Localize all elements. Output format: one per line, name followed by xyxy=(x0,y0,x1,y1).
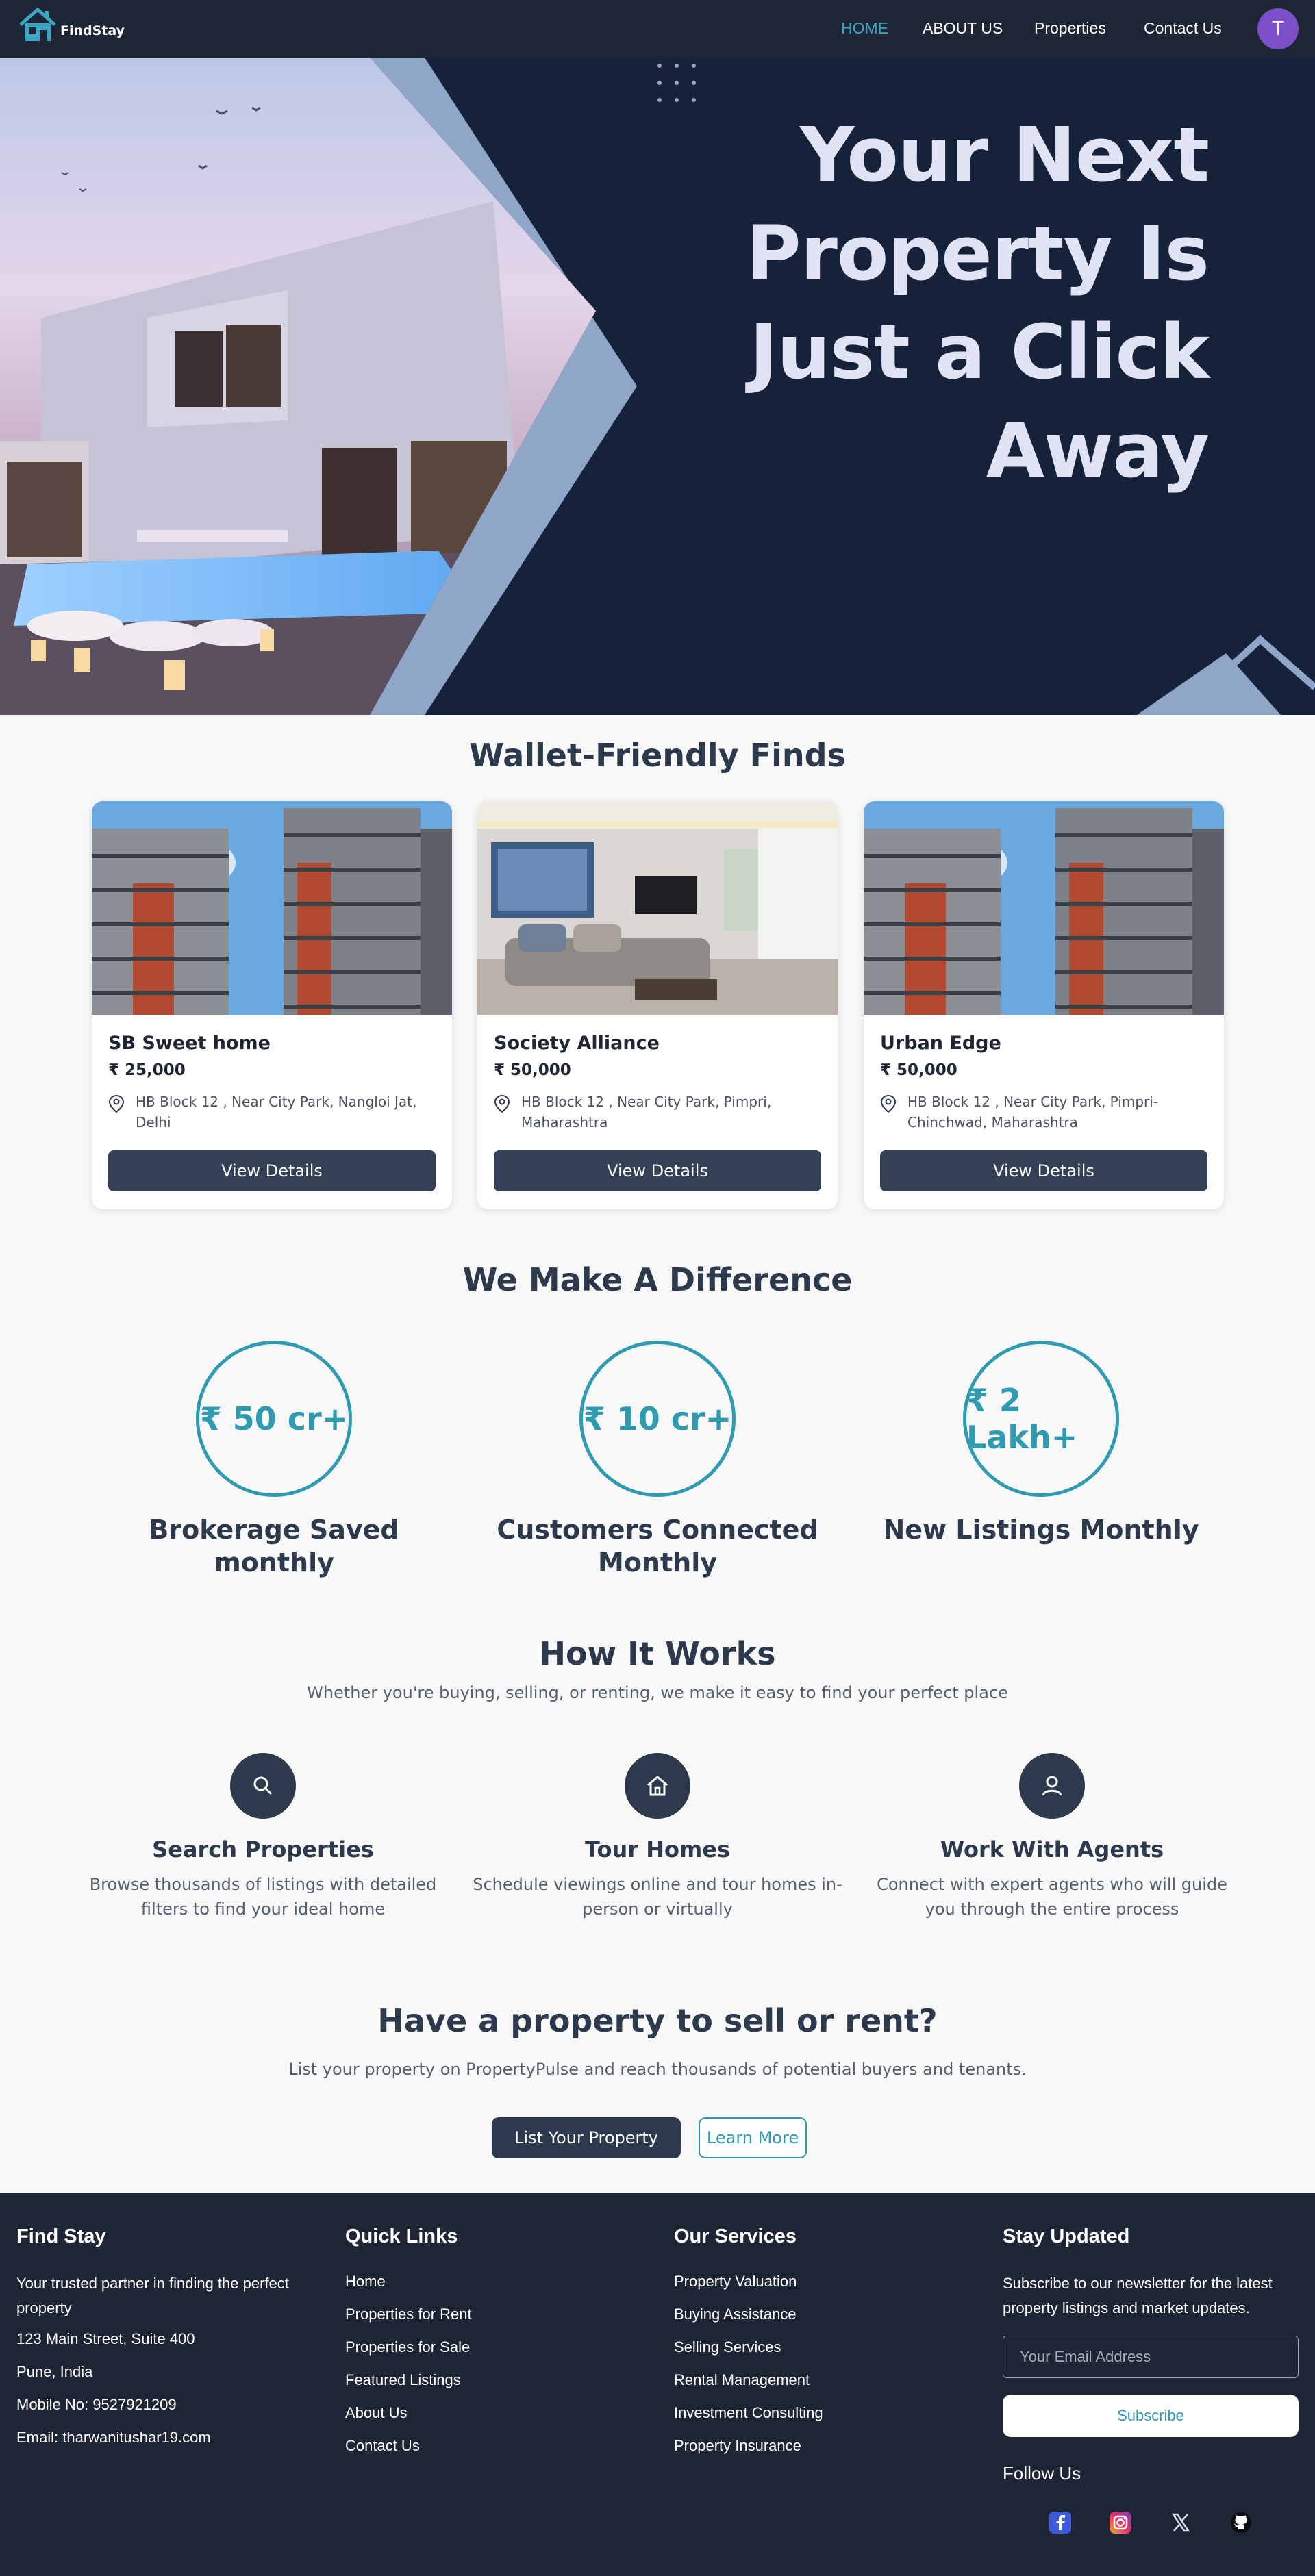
footer-service-buying[interactable]: Buying Assistance xyxy=(674,2304,975,2325)
location-pin-icon xyxy=(108,1094,125,1113)
footer-link-rent[interactable]: Properties for Rent xyxy=(345,2304,647,2325)
how-step-desc: Schedule viewings online and tour homes … xyxy=(473,1875,842,1919)
footer-service-valuation[interactable]: Property Valuation xyxy=(674,2271,975,2292)
card-address: HB Block 12 , Near City Park, Nangloi Ja… xyxy=(136,1094,417,1131)
view-details-button[interactable]: View Details xyxy=(494,1150,821,1191)
how-step-title: Work With Agents xyxy=(940,1836,1164,1862)
hero-title: Your Next Property Is Just a Click Away xyxy=(745,111,1210,494)
nav-link-about[interactable]: ABOUT US xyxy=(923,19,1003,38)
stat-label: Customers Connected Monthly xyxy=(497,1515,818,1578)
nav-link-home[interactable]: HOME xyxy=(841,19,888,38)
nav-link-contact[interactable]: Contact Us xyxy=(1144,19,1222,38)
property-card[interactable]: Society Alliance ₹ 50,000 HB Block 12 , … xyxy=(477,801,838,1209)
how-step-desc: Connect with expert agents who will guid… xyxy=(877,1875,1227,1919)
footer-service-insurance[interactable]: Property Insurance xyxy=(674,2436,975,2456)
logo-text: FindStay xyxy=(60,23,125,38)
avatar[interactable]: T xyxy=(1257,8,1299,49)
house-logo-icon xyxy=(19,7,56,41)
listings-title: Wallet-Friendly Finds xyxy=(469,737,846,774)
x-icon[interactable] xyxy=(1168,2510,1193,2535)
footer-service-selling[interactable]: Selling Services xyxy=(674,2337,975,2358)
footer-about: Find Stay Your trusted partner in findin… xyxy=(16,2225,318,2460)
card-price: ₹ 25,000 xyxy=(108,1061,186,1079)
property-card[interactable]: SB Sweet home ₹ 25,000 HB Block 12 , Nea… xyxy=(92,801,452,1209)
instagram-icon[interactable] xyxy=(1108,2510,1133,2535)
footer-quick-links-title: Quick Links xyxy=(345,2225,458,2247)
footer-link-home[interactable]: Home xyxy=(345,2271,647,2292)
cta-title: Have a property to sell or rent? xyxy=(377,2002,938,2039)
follow-us-label: Follow Us xyxy=(1003,2463,1081,2484)
property-image-living-room xyxy=(477,801,838,1015)
facebook-icon[interactable] xyxy=(1048,2510,1073,2535)
footer-address-line2: Pune, India xyxy=(16,2363,93,2380)
footer-email: Email: tharwanitushar19.com xyxy=(16,2429,211,2446)
footer-link-featured[interactable]: Featured Listings xyxy=(345,2370,647,2390)
footer-about-title: Find Stay xyxy=(16,2225,106,2247)
footer-link-sale[interactable]: Properties for Sale xyxy=(345,2337,647,2358)
footer-quick-links: Quick Links Home Properties for Rent Pro… xyxy=(345,2225,647,2468)
stat-value: ₹ 2 Lakh+ xyxy=(963,1341,1119,1497)
card-price: ₹ 50,000 xyxy=(494,1061,571,1079)
card-name: Society Alliance xyxy=(494,1033,660,1054)
how-step-desc: Browse thousands of listings with detail… xyxy=(89,1875,437,1919)
footer-tagline: Your trusted partner in finding the perf… xyxy=(16,2275,289,2316)
how-title: How It Works xyxy=(539,1635,776,1672)
learn-more-button[interactable]: Learn More xyxy=(699,2117,807,2158)
footer-service-rental[interactable]: Rental Management xyxy=(674,2370,975,2390)
view-details-button[interactable]: View Details xyxy=(108,1150,436,1191)
card-address: HB Block 12 , Near City Park, Pimpri, Ma… xyxy=(521,1094,772,1131)
footer-mobile: Mobile No: 9527921209 xyxy=(16,2396,177,2413)
footer-service-investment[interactable]: Investment Consulting xyxy=(674,2403,975,2423)
view-details-button[interactable]: View Details xyxy=(880,1150,1207,1191)
home-icon xyxy=(625,1753,690,1819)
card-address: HB Block 12 , Near City Park, Pimpri-Chi… xyxy=(907,1094,1159,1131)
cta-subtitle: List your property on PropertyPulse and … xyxy=(288,2060,1027,2079)
stat-label: New Listings Monthly xyxy=(883,1515,1199,1545)
card-price: ₹ 50,000 xyxy=(880,1061,957,1079)
footer-services: Our Services Property Valuation Buying A… xyxy=(674,2225,975,2468)
location-pin-icon xyxy=(880,1094,897,1113)
footer-newsletter: Stay Updated Subscribe to our newsletter… xyxy=(1003,2225,1304,2484)
user-icon xyxy=(1019,1753,1085,1819)
stats-title: We Make A Difference xyxy=(462,1261,853,1298)
how-step-title: Tour Homes xyxy=(584,1836,731,1862)
stat-label: Brokerage Saved monthly xyxy=(149,1515,399,1578)
footer-services-title: Our Services xyxy=(674,2225,797,2247)
location-pin-icon xyxy=(494,1094,510,1113)
card-name: Urban Edge xyxy=(880,1033,1001,1054)
hero-section: Your Next Property Is Just a Click Away xyxy=(0,58,1315,715)
navbar: FindStay HOME ABOUT US Properties Contac… xyxy=(0,0,1315,58)
email-input[interactable] xyxy=(1003,2336,1299,2378)
search-icon xyxy=(230,1753,296,1819)
property-image-tower xyxy=(864,801,1224,1015)
how-step-title: Search Properties xyxy=(152,1836,374,1862)
property-image-tower xyxy=(92,801,452,1015)
card-name: SB Sweet home xyxy=(108,1033,271,1054)
footer-address-line1: 123 Main Street, Suite 400 xyxy=(16,2330,195,2347)
footer-link-contact[interactable]: Contact Us xyxy=(345,2436,647,2456)
stat-value: ₹ 10 cr+ xyxy=(579,1341,736,1497)
list-property-button[interactable]: List Your Property xyxy=(492,2117,681,2158)
subscribe-button[interactable]: Subscribe xyxy=(1003,2395,1299,2437)
footer-newsletter-title: Stay Updated xyxy=(1003,2225,1130,2247)
github-icon[interactable] xyxy=(1229,2510,1253,2535)
property-card[interactable]: Urban Edge ₹ 50,000 HB Block 12 , Near C… xyxy=(864,801,1224,1209)
footer-link-about[interactable]: About Us xyxy=(345,2403,647,2423)
stat-value: ₹ 50 cr+ xyxy=(196,1341,352,1497)
newsletter-text: Subscribe to our newsletter for the late… xyxy=(1003,2275,1273,2316)
nav-link-properties[interactable]: Properties xyxy=(1034,19,1106,38)
how-subtitle: Whether you're buying, selling, or renti… xyxy=(307,1683,1008,1702)
logo[interactable]: FindStay xyxy=(18,7,125,42)
